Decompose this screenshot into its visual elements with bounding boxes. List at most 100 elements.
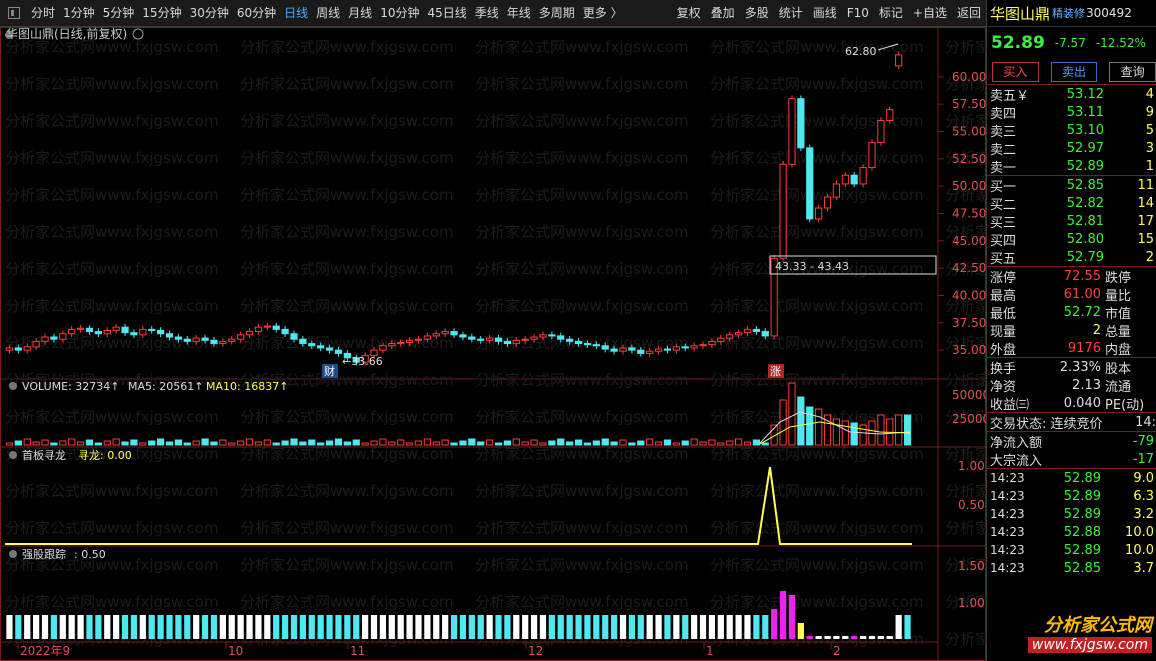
- tick-price: 52.89: [1063, 470, 1101, 486]
- watermark-text: 分析家公式网www.fxjgsw.com: [710, 519, 924, 537]
- volume-bar: [165, 441, 174, 446]
- ind2-bar: [904, 615, 911, 639]
- chart-title: 华图山鼎(日线,前复权): [6, 27, 127, 41]
- stock-tag[interactable]: 精装修: [1052, 5, 1085, 21]
- watermark-text: 分析家公式网www.fxjgsw.com: [475, 408, 689, 426]
- candle-body: [121, 326, 129, 334]
- period-tab-3[interactable]: 15分钟: [138, 0, 185, 26]
- toolbar-btn-0[interactable]: 复权: [672, 0, 706, 26]
- period-tab-13[interactable]: 多周期: [535, 0, 579, 26]
- watermark-text: 分析家公式网www.fxjgsw.com: [5, 75, 219, 93]
- buy-button[interactable]: 买入: [992, 61, 1039, 82]
- watermark-text: 分析家公式网www.fxjgsw.com: [710, 371, 924, 389]
- toolbar-btn-7[interactable]: +自选: [908, 0, 952, 26]
- candle-body: [130, 332, 138, 336]
- ind2-bar: [77, 615, 84, 639]
- period-tab-0[interactable]: 分时: [27, 0, 59, 26]
- candle-body: [797, 98, 805, 149]
- stat2-aux: 流通: [1105, 379, 1132, 395]
- volume-bar: [23, 438, 31, 446]
- period-tab-9[interactable]: 10分钟: [376, 0, 423, 26]
- period-tab-10[interactable]: 45日线: [423, 0, 470, 26]
- query-button[interactable]: 查询: [1109, 61, 1156, 82]
- candle-body: [717, 337, 725, 342]
- period-tab-8[interactable]: 月线: [344, 0, 376, 26]
- ind2-bar: [691, 615, 698, 639]
- volume-bar: [219, 439, 227, 446]
- volume-bar: [806, 406, 814, 446]
- toolbar-btn-5[interactable]: F10: [842, 0, 874, 26]
- period-tab-5[interactable]: 60分钟: [233, 0, 280, 26]
- period-tab-7[interactable]: 周线: [312, 0, 344, 26]
- ind2-bar: [397, 615, 404, 639]
- candle-body: [850, 174, 858, 185]
- toolbar-btn-2[interactable]: 多股: [740, 0, 774, 26]
- tick-list[interactable]: 14:23 52.89 9.0 14:23 52.89 6.3 14:23 52.89 3.2 1…: [987, 469, 1156, 577]
- volume-bar: [352, 439, 360, 446]
- toolbar-btn-1[interactable]: 叠加: [706, 0, 740, 26]
- volume-bar: [103, 440, 111, 446]
- period-tab-4[interactable]: 30分钟: [186, 0, 233, 26]
- last-price: 52.89: [991, 33, 1045, 53]
- candle-body: [165, 333, 174, 338]
- tick-time: 14:23: [990, 561, 1025, 575]
- sell-button[interactable]: 卖出: [1050, 61, 1098, 82]
- volume-bar: [405, 442, 414, 446]
- period-tab-11[interactable]: 季线: [471, 0, 503, 26]
- candle-body: [663, 348, 672, 351]
- ind2-bar: [450, 615, 458, 639]
- ind2-bar: [726, 615, 733, 639]
- volume-bar: [343, 441, 351, 446]
- candle-body: [228, 338, 236, 342]
- toolbar-btn-8[interactable]: 返回: [952, 0, 986, 26]
- candle-body: [672, 346, 680, 351]
- candle-body: [308, 343, 316, 347]
- period-tab-2[interactable]: 5分钟: [99, 0, 139, 26]
- candle-body: [281, 328, 289, 335]
- volume-bar: [228, 442, 236, 446]
- tick-volume: 3.2: [1133, 506, 1154, 522]
- ind2-bar: [771, 609, 778, 639]
- toolbar-btn-4[interactable]: 画线: [808, 0, 842, 26]
- period-tab-14[interactable]: 更多 〉: [579, 0, 627, 26]
- volume-bar: [477, 441, 485, 446]
- volume-bar: [32, 441, 40, 446]
- candle-body: [254, 326, 263, 333]
- period-tab-6[interactable]: 日线: [280, 0, 312, 26]
- volume-bar: [717, 442, 725, 446]
- bid-row: 买二 52.82 14: [987, 194, 1156, 213]
- toolbar-btn-6[interactable]: 标记: [874, 0, 908, 26]
- ind2-bar: [424, 615, 431, 639]
- watermark-text: 分析家公式网www.fxjgsw.com: [475, 223, 689, 241]
- volume-bar: [237, 440, 245, 446]
- candle-body: [806, 147, 814, 220]
- volume-bar: [379, 438, 387, 446]
- panel-toggle-icon[interactable]: [8, 7, 20, 19]
- bid-label: 买二: [990, 197, 1017, 213]
- ask-row: 卖三 53.10 5: [987, 121, 1156, 140]
- ind2-bar: [86, 615, 93, 639]
- volume-bar: [334, 438, 343, 446]
- ind2-bar: [655, 615, 662, 639]
- x-tick-label: 2022年9: [20, 644, 70, 658]
- volume-bar: [548, 440, 556, 446]
- candle-body: [681, 346, 689, 349]
- bid-aux: 11: [1137, 177, 1154, 193]
- chart-area[interactable]: 分析家公式网www.fxjgsw.com 分析家公式网www.fxjgsw.com…: [0, 27, 986, 661]
- volume-bar: [468, 438, 476, 446]
- volume-bar: [308, 439, 316, 446]
- ask-aux: 3: [1145, 140, 1154, 156]
- volume-bar: [201, 438, 209, 446]
- toolbar-btn-3[interactable]: 统计: [774, 0, 808, 26]
- ind2-bar: [495, 615, 502, 639]
- volume-bar: [183, 442, 191, 446]
- watermark-text: 分析家公式网www.fxjgsw.com: [710, 297, 924, 315]
- ind2-bar: [699, 615, 707, 639]
- period-tab-1[interactable]: 1分钟: [59, 0, 99, 26]
- candle-body: [521, 338, 529, 341]
- ind2-bar: [201, 615, 209, 639]
- watermark-text: 分析家公式网www.fxjgsw.com: [5, 482, 219, 500]
- ind1-collapse-icon: [9, 451, 17, 459]
- flow-row: 净流入额 -79: [987, 432, 1156, 451]
- period-tab-12[interactable]: 年线: [503, 0, 535, 26]
